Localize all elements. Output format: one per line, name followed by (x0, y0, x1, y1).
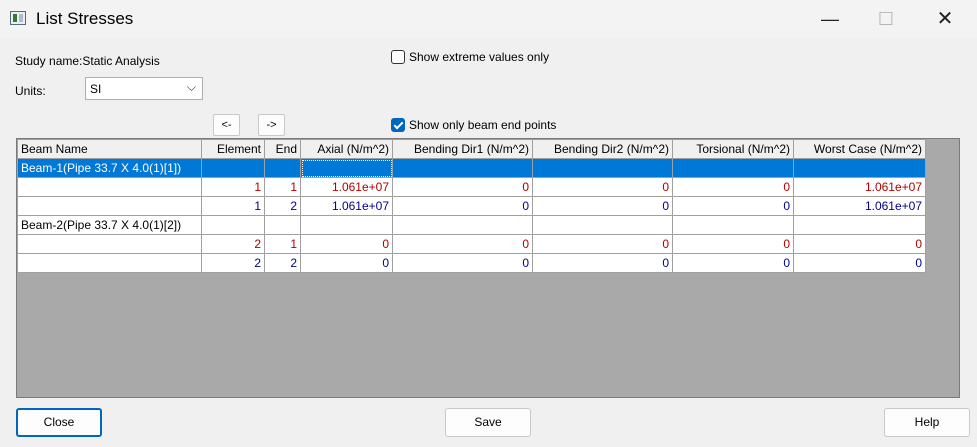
prev-button[interactable]: <- (213, 114, 240, 136)
cell-bending-dir1[interactable] (392, 158, 533, 178)
beam-end-points-checkbox[interactable] (391, 118, 405, 132)
cell-torsional[interactable] (672, 215, 794, 235)
units-select[interactable]: SI ⌵ (85, 77, 203, 100)
cell-bending-dir1[interactable]: 0 (392, 234, 533, 254)
units-select-value: SI (90, 82, 102, 96)
cell-end[interactable]: 1 (264, 177, 301, 197)
cell-bending-dir2[interactable] (532, 158, 673, 178)
cell-axial[interactable]: 1.061e+07 (300, 177, 393, 197)
window-title: List Stresses (36, 9, 134, 28)
app-icon (10, 11, 26, 25)
cell-axial[interactable]: 1.061e+07 (300, 196, 393, 216)
column-header-worst-case[interactable]: Worst Case (N/m^2) (793, 139, 926, 159)
table-row[interactable]: 1 1 1.061e+07 0 0 0 1.061e+07 (17, 177, 926, 197)
cell-element[interactable] (201, 158, 265, 178)
column-header-axial[interactable]: Axial (N/m^2) (300, 139, 393, 159)
cell-worst-case[interactable] (793, 158, 926, 178)
column-header-beam-name[interactable]: Beam Name (17, 139, 202, 159)
save-button[interactable]: Save (445, 408, 531, 437)
stress-table-area[interactable]: Beam Name Element End Axial (N/m^2) Bend… (16, 138, 960, 398)
cell-end[interactable] (264, 158, 301, 178)
table-row-beam-1[interactable]: Beam-1(Pipe 33.7 X 4.0(1)[1]) (17, 158, 926, 178)
cell-torsional[interactable]: 0 (672, 234, 794, 254)
minimize-button[interactable]: — (807, 6, 853, 32)
cell-element[interactable]: 1 (201, 196, 265, 216)
cell-beam-name[interactable] (17, 234, 202, 254)
extreme-values-checkbox[interactable] (391, 50, 405, 64)
beam-end-points-option[interactable]: Show only beam end points (391, 118, 556, 132)
table-row[interactable]: 2 1 0 0 0 0 0 (17, 234, 926, 254)
stress-table: Beam Name Element End Axial (N/m^2) Bend… (17, 139, 926, 273)
chevron-down-icon: ⌵ (186, 80, 196, 94)
cell-end[interactable]: 2 (264, 196, 301, 216)
units-label: Units: (15, 84, 46, 98)
column-header-bending-dir1[interactable]: Bending Dir1 (N/m^2) (392, 139, 533, 159)
close-button[interactable]: Close (16, 408, 102, 437)
study-name-label: Study name:Static Analysis (15, 54, 160, 68)
cell-element[interactable]: 2 (201, 253, 265, 273)
table-row[interactable]: 2 2 0 0 0 0 0 (17, 253, 926, 273)
next-button[interactable]: -> (258, 114, 285, 136)
cell-bending-dir2[interactable]: 0 (532, 234, 673, 254)
cell-beam-name[interactable]: Beam-2(Pipe 33.7 X 4.0(1)[2]) (17, 215, 202, 235)
beam-end-points-label: Show only beam end points (409, 118, 557, 132)
cell-end[interactable]: 1 (264, 234, 301, 254)
column-header-bending-dir2[interactable]: Bending Dir2 (N/m^2) (532, 139, 673, 159)
cell-beam-name[interactable]: Beam-1(Pipe 33.7 X 4.0(1)[1]) (17, 158, 202, 178)
column-header-element[interactable]: Element (201, 139, 265, 159)
table-header-row: Beam Name Element End Axial (N/m^2) Bend… (17, 139, 926, 159)
cell-worst-case[interactable]: 1.061e+07 (793, 177, 926, 197)
cell-bending-dir2[interactable]: 0 (532, 253, 673, 273)
table-row[interactable]: 1 2 1.061e+07 0 0 0 1.061e+07 (17, 196, 926, 216)
cell-element[interactable]: 1 (201, 177, 265, 197)
cell-axial[interactable] (300, 215, 393, 235)
cell-torsional[interactable]: 0 (672, 196, 794, 216)
column-header-torsional[interactable]: Torsional (N/m^2) (672, 139, 794, 159)
cell-end[interactable] (264, 215, 301, 235)
close-window-button[interactable]: ✕ (922, 6, 968, 32)
cell-bending-dir1[interactable]: 0 (392, 177, 533, 197)
extreme-values-label: Show extreme values only (409, 50, 550, 64)
cell-worst-case[interactable]: 1.061e+07 (793, 196, 926, 216)
cell-beam-name[interactable] (17, 253, 202, 273)
extreme-values-option[interactable]: Show extreme values only (391, 50, 549, 64)
cell-axial[interactable]: 0 (300, 253, 393, 273)
title-bar: List Stresses — ☐ ✕ (0, 0, 977, 38)
cell-beam-name[interactable] (17, 177, 202, 197)
cell-torsional[interactable]: 0 (672, 177, 794, 197)
cell-torsional[interactable]: 0 (672, 253, 794, 273)
column-header-end[interactable]: End (264, 139, 301, 159)
cell-axial[interactable] (300, 158, 393, 178)
cell-bending-dir2[interactable]: 0 (532, 177, 673, 197)
cell-bending-dir2[interactable] (532, 215, 673, 235)
cell-bending-dir1[interactable]: 0 (392, 196, 533, 216)
help-button[interactable]: Help (884, 408, 970, 437)
cell-worst-case[interactable]: 0 (793, 253, 926, 273)
cell-worst-case[interactable] (793, 215, 926, 235)
cell-axial[interactable]: 0 (300, 234, 393, 254)
cell-bending-dir1[interactable] (392, 215, 533, 235)
cell-worst-case[interactable]: 0 (793, 234, 926, 254)
cell-end[interactable]: 2 (264, 253, 301, 273)
table-row-beam-2[interactable]: Beam-2(Pipe 33.7 X 4.0(1)[2]) (17, 215, 926, 235)
cell-bending-dir1[interactable]: 0 (392, 253, 533, 273)
cell-beam-name[interactable] (17, 196, 202, 216)
cell-element[interactable]: 2 (201, 234, 265, 254)
cell-element[interactable] (201, 215, 265, 235)
maximize-button[interactable]: ☐ (863, 6, 909, 32)
cell-bending-dir2[interactable]: 0 (532, 196, 673, 216)
cell-torsional[interactable] (672, 158, 794, 178)
